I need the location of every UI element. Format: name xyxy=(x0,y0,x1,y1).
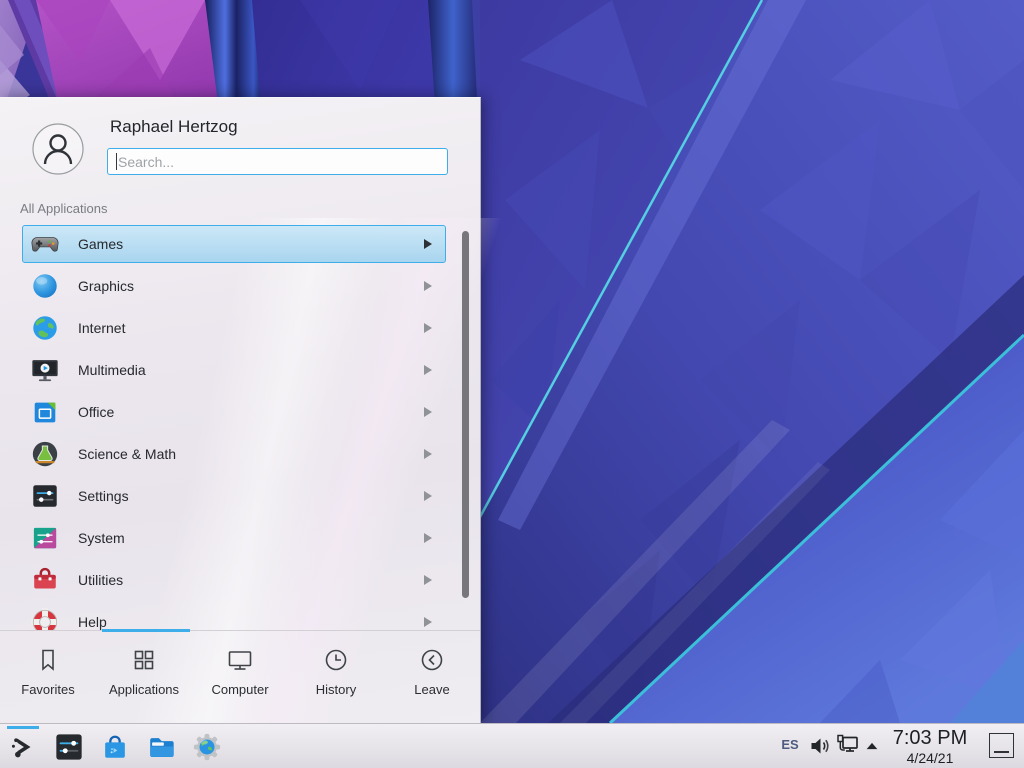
category-label: Help xyxy=(78,614,107,630)
tab-favorites[interactable]: Favorites xyxy=(0,631,96,725)
menu-category-settings[interactable]: Settings xyxy=(0,475,480,517)
tab-label: History xyxy=(316,682,356,697)
tab-label: Favorites xyxy=(21,682,74,697)
launcher-open-indicator xyxy=(7,726,39,729)
chevron-right-icon xyxy=(424,239,432,249)
section-label: All Applications xyxy=(20,201,107,216)
category-label: Utilities xyxy=(78,572,123,588)
menu-category-games[interactable]: Games xyxy=(0,223,480,265)
chevron-right-icon xyxy=(424,281,432,291)
category-label: Settings xyxy=(78,488,129,504)
kde-plasma-launcher-icon[interactable] xyxy=(8,732,38,762)
utilities-toolbox-icon xyxy=(30,565,60,595)
graphics-sphere-icon xyxy=(30,271,60,301)
chevron-right-icon xyxy=(424,323,432,333)
chevron-right-icon xyxy=(424,407,432,417)
system-sliders-icon xyxy=(30,523,60,553)
dolphin-folder-icon[interactable] xyxy=(146,732,176,762)
computer-monitor-icon xyxy=(226,646,254,674)
launcher-tab-bar: Favorites Applications Computer xyxy=(0,630,480,725)
menu-category-office[interactable]: Office xyxy=(0,391,480,433)
expand-tray-caret-icon[interactable] xyxy=(864,738,880,759)
show-desktop-button[interactable] xyxy=(989,733,1014,758)
globe-icon xyxy=(30,313,60,343)
category-label: System xyxy=(78,530,125,546)
discover-bag-icon[interactable] xyxy=(100,732,130,762)
gamepad-icon xyxy=(30,229,60,259)
category-label: Science & Math xyxy=(78,446,176,462)
category-label: Games xyxy=(78,236,123,252)
user-avatar-icon xyxy=(32,123,84,175)
science-flask-icon xyxy=(30,439,60,469)
tab-label: Leave xyxy=(414,682,449,697)
chevron-right-icon xyxy=(424,575,432,585)
bookmark-icon xyxy=(34,646,62,674)
chevron-right-icon xyxy=(424,365,432,375)
scrollbar[interactable] xyxy=(462,231,469,598)
launcher-header: Raphael Hertzog xyxy=(0,98,480,198)
category-label: Office xyxy=(78,404,114,420)
application-launcher-popup: Raphael Hertzog All Applications xyxy=(0,97,481,724)
category-label: Graphics xyxy=(78,278,134,294)
chevron-right-icon xyxy=(424,491,432,501)
category-list: Games Graphics xyxy=(0,223,480,630)
network-icon[interactable] xyxy=(835,732,861,763)
office-document-icon xyxy=(30,397,60,427)
category-label: Multimedia xyxy=(78,362,146,378)
help-lifebuoy-icon xyxy=(30,607,60,630)
settings-sliders-icon xyxy=(30,481,60,511)
chevron-right-icon xyxy=(424,617,432,627)
clock-time: 7:03 PM xyxy=(882,726,978,750)
category-label: Internet xyxy=(78,320,125,336)
tab-history[interactable]: History xyxy=(288,631,384,725)
keyboard-layout-indicator[interactable]: ES xyxy=(777,737,803,752)
chevron-right-icon xyxy=(424,533,432,543)
tab-applications[interactable]: Applications xyxy=(96,631,192,725)
user-name: Raphael Hertzog xyxy=(110,117,238,137)
search-box xyxy=(107,148,448,175)
active-tab-indicator xyxy=(102,629,190,632)
system-settings-icon[interactable] xyxy=(54,732,84,762)
chevron-right-icon xyxy=(424,449,432,459)
konqueror-gear-globe-icon[interactable] xyxy=(192,732,222,762)
menu-category-science-math[interactable]: Science & Math xyxy=(0,433,480,475)
taskbar-panel: ES 7:03 PM 4/24/21 xyxy=(0,723,1024,768)
menu-category-system[interactable]: System xyxy=(0,517,480,559)
menu-category-help[interactable]: Help xyxy=(0,601,480,630)
menu-category-graphics[interactable]: Graphics xyxy=(0,265,480,307)
tab-leave[interactable]: Leave xyxy=(384,631,480,725)
history-clock-icon xyxy=(322,646,350,674)
app-grid-icon xyxy=(130,646,158,674)
text-cursor xyxy=(116,153,117,170)
tab-label: Computer xyxy=(211,682,268,697)
menu-category-internet[interactable]: Internet xyxy=(0,307,480,349)
desktop: Raphael Hertzog All Applications xyxy=(0,0,1024,768)
multimedia-monitor-icon xyxy=(30,355,60,385)
tab-computer[interactable]: Computer xyxy=(192,631,288,725)
menu-category-multimedia[interactable]: Multimedia xyxy=(0,349,480,391)
tab-label: Applications xyxy=(109,682,179,697)
volume-icon[interactable] xyxy=(808,734,832,763)
clock[interactable]: 7:03 PM 4/24/21 xyxy=(882,726,978,766)
clock-date: 4/24/21 xyxy=(882,750,978,766)
search-input[interactable] xyxy=(108,149,447,174)
menu-category-utilities[interactable]: Utilities xyxy=(0,559,480,601)
leave-circle-icon xyxy=(418,646,446,674)
